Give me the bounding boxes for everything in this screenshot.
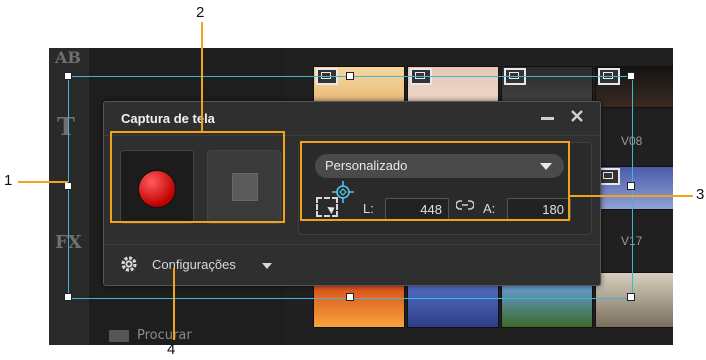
callout-number-2: 2: [196, 4, 205, 21]
callout-line-3: [570, 195, 693, 197]
callout-number-3: 3: [696, 186, 705, 203]
resize-handle[interactable]: [627, 182, 635, 190]
callout-line-1: [18, 181, 68, 183]
callout-line-4: [173, 268, 175, 340]
resize-handle[interactable]: [64, 72, 72, 80]
browse-label: Procurar: [137, 328, 192, 343]
callout-number-4: 4: [167, 341, 176, 358]
callout-number-1: 1: [4, 172, 13, 189]
resize-handle[interactable]: [346, 293, 354, 301]
title-tool-icon[interactable]: AB: [55, 48, 81, 67]
callout-box-2: [110, 131, 285, 223]
browse-button[interactable]: Procurar: [109, 328, 192, 343]
folder-icon: [109, 329, 129, 342]
callout-box-3: [300, 141, 570, 221]
resize-handle[interactable]: [64, 182, 72, 190]
callout-line-2: [201, 22, 203, 131]
resize-handle[interactable]: [627, 293, 635, 301]
resize-handle[interactable]: [346, 72, 354, 80]
resize-handle[interactable]: [627, 72, 635, 80]
resize-handle[interactable]: [64, 293, 72, 301]
